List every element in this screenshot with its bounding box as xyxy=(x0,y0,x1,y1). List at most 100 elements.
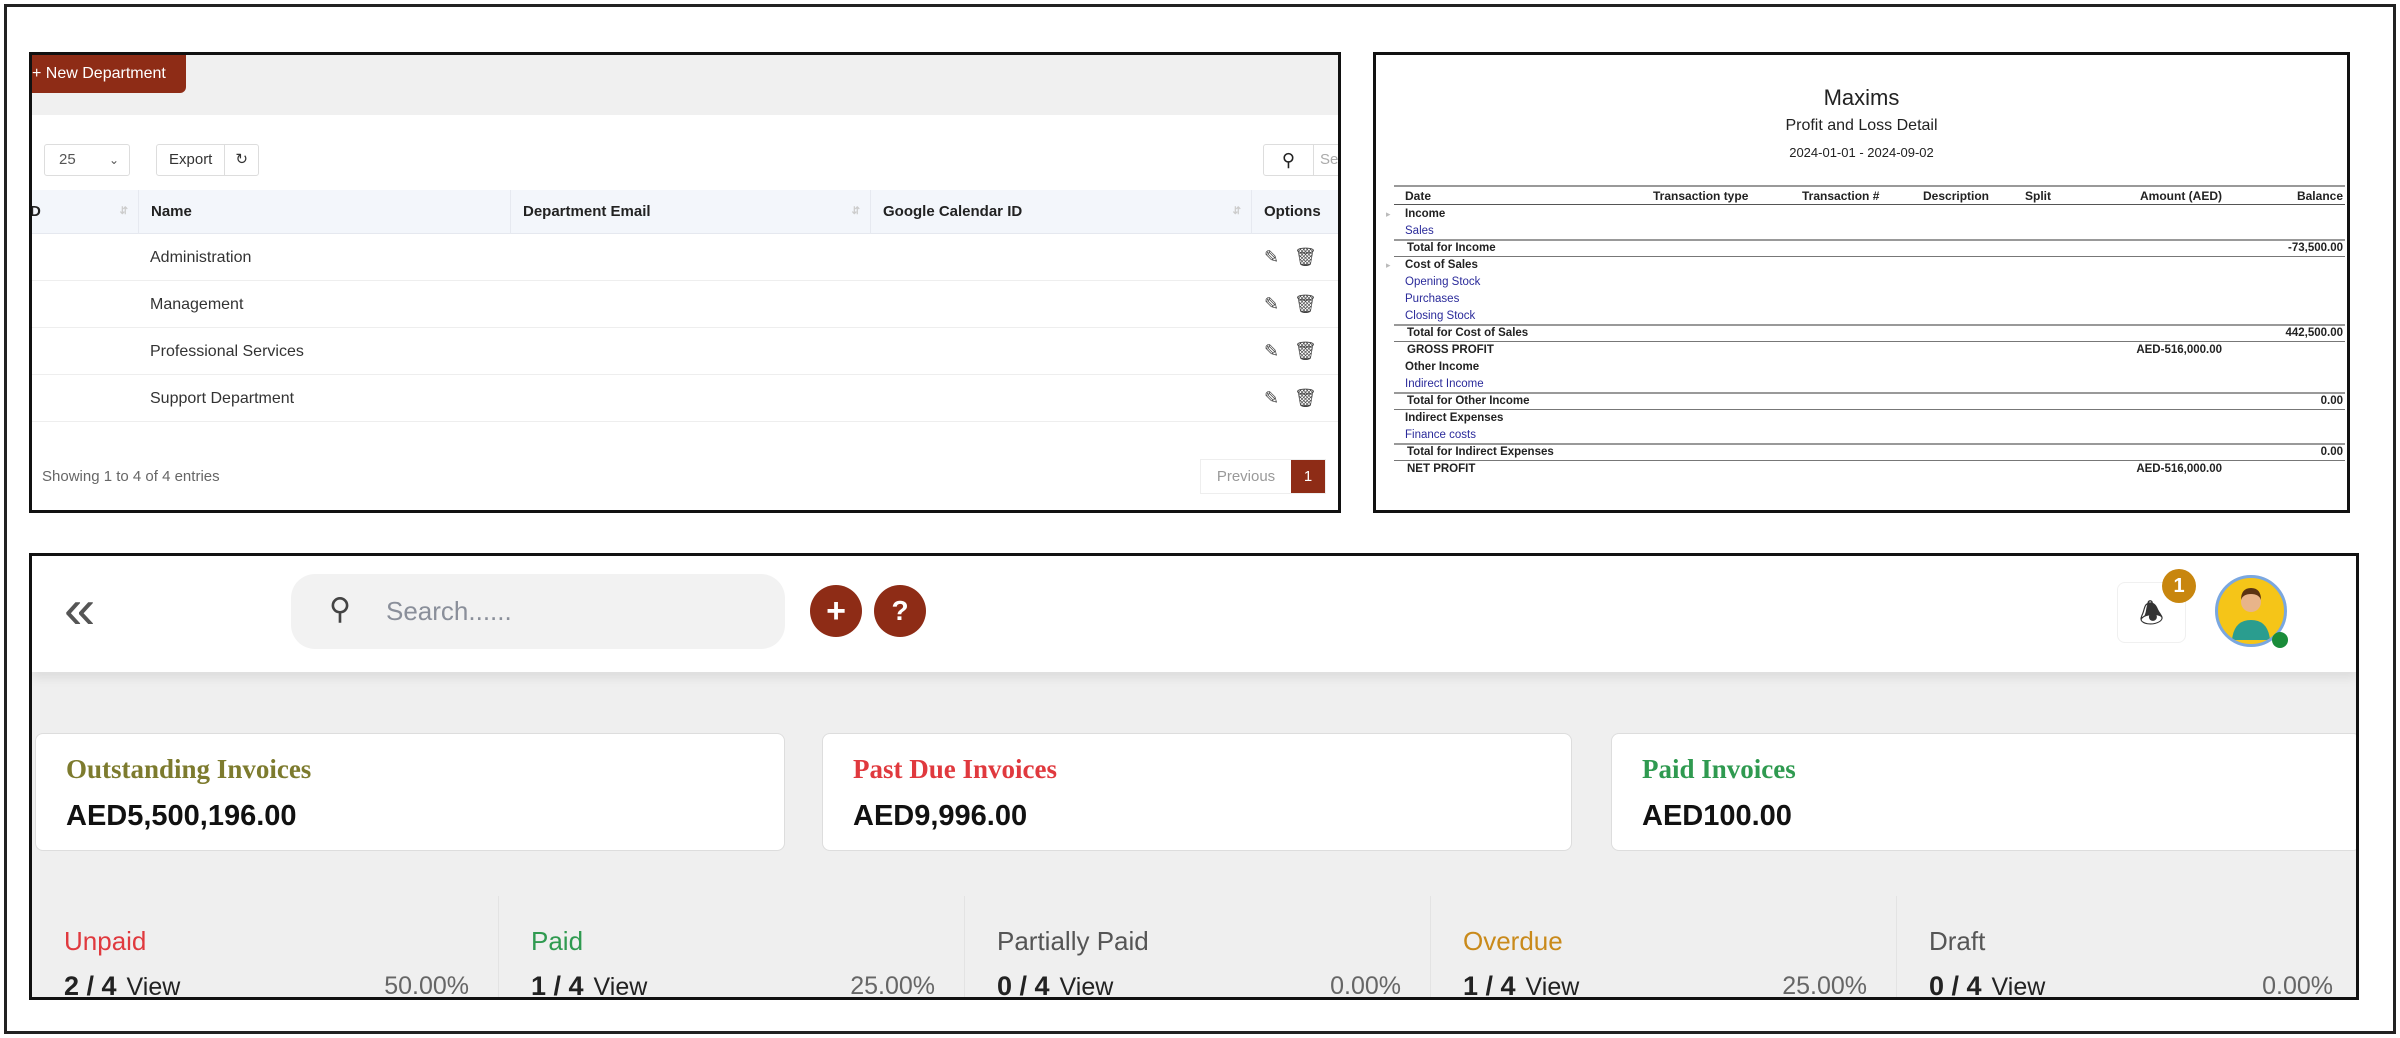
row-amount: AED-516,000.00 xyxy=(2136,344,2222,356)
row-amount: AED-516,000.00 xyxy=(2136,463,2222,475)
view-link[interactable]: View xyxy=(1992,973,2046,997)
col-split: Split xyxy=(2025,189,2051,203)
card-value: AED5,500,196.00 xyxy=(66,800,297,832)
report-row[interactable]: Sales xyxy=(1376,223,2347,240)
invoice-status-paid: Paid 1 / 4 View 25.00% xyxy=(498,896,965,997)
status-count: 0 / 4 xyxy=(997,971,1050,1000)
report-row[interactable]: Finance costs xyxy=(1376,427,2347,444)
export-group: Export ↻ xyxy=(156,144,259,176)
table-header: D ⇵ Name Department Email ⇵ Google Calenda… xyxy=(32,190,1338,234)
edit-icon[interactable]: ✎ xyxy=(1264,281,1279,328)
divider xyxy=(1394,204,2345,205)
col-description: Description xyxy=(1923,189,1990,203)
online-status-dot xyxy=(2272,632,2288,648)
row-label: Other Income xyxy=(1405,361,1480,373)
status-label: Partially Paid xyxy=(997,926,1149,956)
status-percent: 0.00% xyxy=(1330,972,1401,1000)
report-row: Total for Income -73,500.00 xyxy=(1376,240,2347,257)
department-name: Professional Services xyxy=(150,343,304,360)
card-value: AED9,996.00 xyxy=(853,800,1028,832)
expand-icon: ▸ xyxy=(1386,260,1391,270)
view-link[interactable]: View xyxy=(1526,973,1580,997)
global-search[interactable]: ⚲ Search...... xyxy=(291,574,785,649)
trash-icon[interactable]: 🗑 xyxy=(1294,234,1317,281)
view-link[interactable]: View xyxy=(1060,973,1114,997)
sort-icon: ⇵ xyxy=(851,206,860,217)
edit-icon[interactable]: ✎ xyxy=(1264,375,1279,422)
previous-page-button[interactable]: Previous xyxy=(1201,460,1291,493)
invoice-status-draft: Draft 0 / 4 View 0.00% xyxy=(1896,896,2356,997)
invoice-status-overdue: Overdue 1 / 4 View 25.00% xyxy=(1430,896,1897,1000)
row-label: Total for Cost of Sales xyxy=(1407,327,1529,339)
collapse-sidebar-icon[interactable]: « xyxy=(64,581,95,637)
column-email[interactable]: Department Email ⇵ xyxy=(510,190,870,234)
edit-icon[interactable]: ✎ xyxy=(1264,234,1279,281)
row-balance: 442,500.00 xyxy=(2285,327,2343,339)
col-date: Date xyxy=(1405,189,1432,203)
report-row[interactable]: Opening Stock xyxy=(1376,274,2347,291)
report-row[interactable]: Purchases xyxy=(1376,291,2347,308)
table-row: Professional Services ✎ 🗑 xyxy=(32,328,1338,375)
trash-icon[interactable]: 🗑 xyxy=(1294,281,1317,328)
page-1-button[interactable]: 1 xyxy=(1291,460,1325,493)
expand-icon: ▸ xyxy=(1386,209,1391,219)
report-row[interactable]: Closing Stock xyxy=(1376,308,2347,325)
invoice-summary-card: Outstanding Invoices AED5,500,196.00 xyxy=(35,733,785,851)
search-icon: ⚲ xyxy=(1264,145,1314,175)
report-row[interactable]: Indirect Income xyxy=(1376,376,2347,393)
pagination: Previous 1 xyxy=(1200,459,1326,494)
row-label: Total for Other Income xyxy=(1407,395,1530,407)
invoice-status-partially-paid: Partially Paid 0 / 4 View 0.00% xyxy=(964,896,1431,1000)
help-button[interactable]: ? xyxy=(874,585,926,637)
page-size-value: 25 xyxy=(59,151,76,168)
top-navbar: « ⚲ Search...... + ? 🕭 1 xyxy=(32,556,2356,672)
search-input[interactable]: Search...... xyxy=(386,596,512,627)
column-name[interactable]: Name xyxy=(138,190,510,234)
report-row: Other Income xyxy=(1376,359,2347,376)
invoice-dashboard-panel: « ⚲ Search...... + ? 🕭 1 Outstanding Inv… xyxy=(29,553,2359,1000)
chevron-down-icon: ⌄ xyxy=(108,153,119,167)
view-link[interactable]: View xyxy=(127,973,181,997)
edit-icon[interactable]: ✎ xyxy=(1264,328,1279,375)
invoice-summary-card: Past Due Invoices AED9,996.00 xyxy=(822,733,1572,851)
card-title: Outstanding Invoices xyxy=(66,754,312,784)
new-department-button[interactable]: + New Department xyxy=(32,55,186,93)
export-button[interactable]: Export xyxy=(157,145,224,175)
report-period: 2024-01-01 - 2024-09-02 xyxy=(1789,145,1934,160)
table-search[interactable]: ⚲ Se xyxy=(1263,144,1338,176)
column-id[interactable]: D ⇵ xyxy=(32,190,138,234)
departments-panel: + New Department 25 ⌄ Export ↻ ⚲ Se D ⇵ Nam… xyxy=(29,52,1341,513)
invoice-summary-card: Paid Invoices AED100.00 xyxy=(1611,733,2356,851)
trash-icon[interactable]: 🗑 xyxy=(1294,328,1317,375)
col-transaction-number: Transaction # xyxy=(1802,189,1880,203)
report-row: GROSS PROFIT AED-516,000.00 xyxy=(1376,342,2347,359)
view-link[interactable]: View xyxy=(594,973,648,997)
profit-loss-panel: Maxims Profit and Loss Detail 2024-01-01… xyxy=(1373,52,2350,513)
invoice-status-unpaid: Unpaid 2 / 4 View 50.00% xyxy=(32,896,499,1000)
refresh-icon[interactable]: ↻ xyxy=(224,145,258,175)
col-transaction-type: Transaction type xyxy=(1653,189,1749,203)
table-row: Administration ✎ 🗑 xyxy=(32,234,1338,281)
report-row: Indirect Expenses xyxy=(1376,410,2347,427)
row-label: Indirect Expenses xyxy=(1405,412,1504,424)
report-row: Total for Cost of Sales 442,500.00 xyxy=(1376,325,2347,342)
page-size-select[interactable]: 25 ⌄ xyxy=(44,144,130,176)
col-balance: Balance xyxy=(2296,189,2343,203)
add-button[interactable]: + xyxy=(810,585,862,637)
divider xyxy=(1394,443,2345,445)
divider xyxy=(1394,239,2345,241)
status-percent: 50.00% xyxy=(384,972,469,1000)
search-input[interactable]: Se xyxy=(1314,145,1338,175)
col-amount: Amount (AED) xyxy=(2140,189,2222,203)
card-title: Paid Invoices xyxy=(1642,754,1796,784)
status-count: 2 / 4 xyxy=(64,971,117,1000)
trash-icon[interactable]: 🗑 xyxy=(1294,375,1317,422)
status-percent: 25.00% xyxy=(1782,972,1867,1000)
divider xyxy=(1394,392,2345,394)
row-label: Opening Stock xyxy=(1405,276,1481,288)
column-calendar[interactable]: Google Calendar ID ⇵ xyxy=(870,190,1251,234)
department-name: Management xyxy=(150,296,244,313)
company-name: Maxims xyxy=(1823,85,1900,110)
department-name: Support Department xyxy=(150,390,295,407)
report-title: Profit and Loss Detail xyxy=(1785,117,1938,134)
